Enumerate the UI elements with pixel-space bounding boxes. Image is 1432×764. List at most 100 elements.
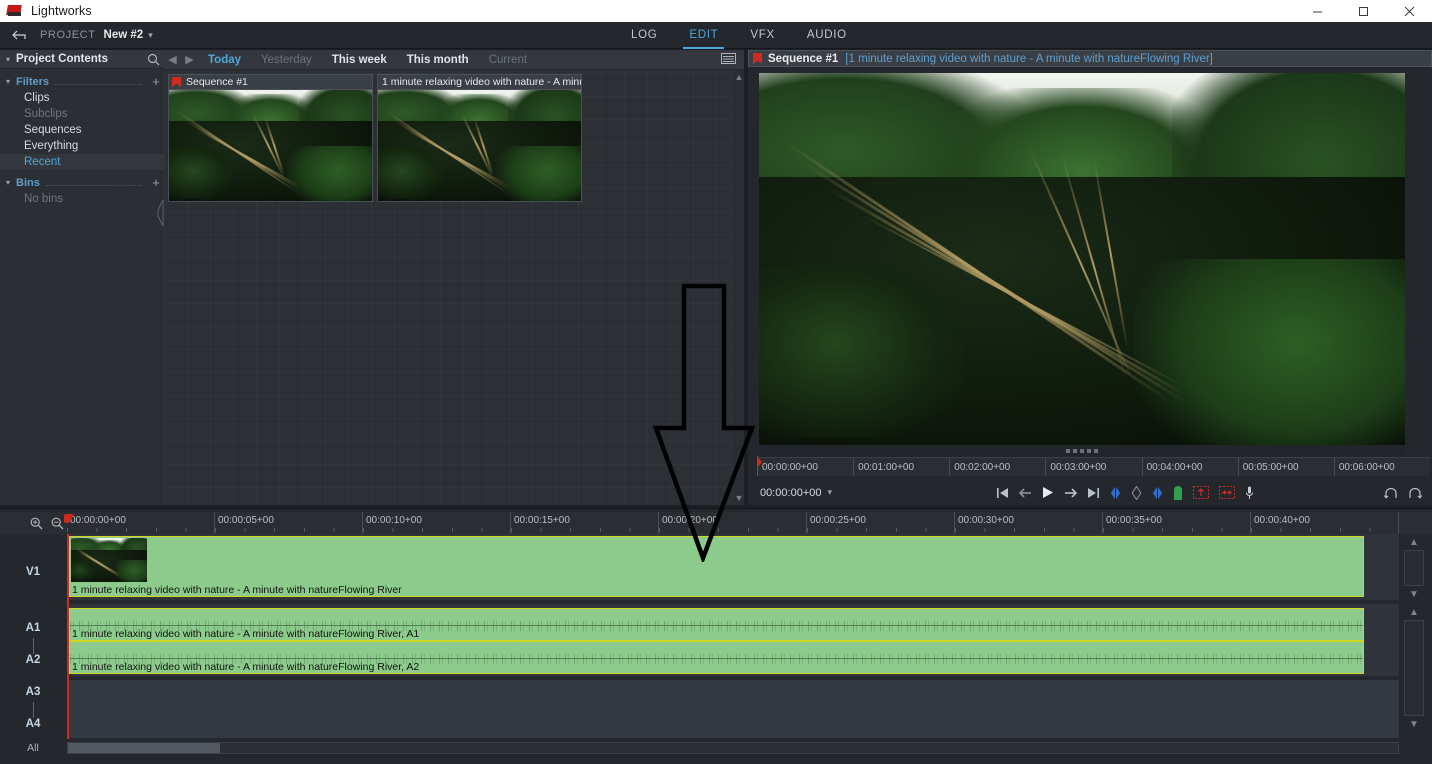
timeline-tick: 00:00:15+00 [511,512,659,534]
sidebar-group-label-bins: Bins [16,176,40,189]
project-name[interactable]: New #2 [104,29,144,41]
mark-in-icon[interactable] [1110,485,1121,500]
timeline-clip-a1[interactable]: 1 minute relaxing video with nature - A … [69,608,1364,641]
scrub-handle[interactable] [1066,449,1098,453]
timeline-clip-v1[interactable]: 1 minute relaxing video with nature - A … [69,536,1364,597]
sidebar-item-sequences[interactable]: Sequences [0,122,164,138]
viewer-playhead[interactable] [757,456,762,468]
sidebar-item-recent[interactable]: Recent [0,154,164,170]
viewer-tick: 00:03:00+00 [1046,458,1143,476]
sidebar-group-filters[interactable]: ▾ Filters + [0,73,164,90]
sidebar-title: Project Contents [16,53,109,65]
track-rail-a3a4 [69,680,1399,738]
window-controls [1294,0,1432,22]
viewer-title: Sequence #1 [768,52,839,65]
track-header-a3[interactable]: A3 [0,686,66,698]
audio-track-scroll-up[interactable]: ▲ [1404,606,1424,620]
park-marker-icon[interactable] [1173,485,1183,500]
browser-tile[interactable]: 1 minute relaxing video with nature - A … [377,74,582,202]
timeline-all-label: All [27,742,39,754]
filter-today[interactable]: Today [198,54,251,66]
viewer-subtitle: [1 minute relaxing video with nature - A… [845,52,1213,65]
clip-thumbnail [71,538,147,582]
chevron-down-icon[interactable]: ▾ [827,487,832,498]
search-icon[interactable] [142,53,164,66]
plus-icon[interactable]: + [148,75,164,88]
timeline-tick: 00:00:20+00 [659,512,807,534]
zoom-out-icon[interactable] [51,517,64,530]
step-back-icon[interactable] [1019,487,1032,499]
browser-scrollbar[interactable]: ▲ ▼ [734,70,744,505]
undo-icon[interactable] [1384,487,1398,499]
chevron-down-icon[interactable]: ▾ [148,30,153,41]
timeline-tick: 00:00:00+00 [67,512,215,534]
redo-icon[interactable] [1408,487,1422,499]
tab-vfx[interactable]: VFX [734,22,790,49]
timeline-clip-a2[interactable]: 1 minute relaxing video with nature - A … [69,641,1364,674]
browser-tile-grid: Sequence #1 1 minute relaxing video with… [164,70,744,206]
lightworks-window: Lightworks PROJECT New #2 ▾ LOG EDIT VFX… [0,0,1432,764]
go-to-end-icon[interactable] [1087,487,1100,499]
video-preview[interactable] [759,73,1405,445]
go-to-start-icon[interactable] [996,487,1009,499]
track-header-a4[interactable]: A4 [0,718,66,730]
divider [55,78,142,85]
video-track-scrollbar[interactable] [1404,550,1424,586]
sidebar-item-clips[interactable]: Clips [0,90,164,106]
track-header-a2[interactable]: A2 [0,654,66,666]
sidebar-item-everything[interactable]: Everything [0,138,164,154]
chevron-down-icon[interactable]: ▼ [735,493,744,503]
tile-thumbnail [168,89,373,202]
mark-clear-icon[interactable] [1131,485,1142,500]
track-header-a1[interactable]: A1 [0,622,66,634]
zoom-in-icon[interactable] [30,517,43,530]
filter-this-week[interactable]: This week [322,54,397,66]
timeline-tick: 00:00:40+00 [1251,512,1399,534]
timeline-timecode-ruler[interactable]: 00:00:00+00 00:00:05+00 00:00:10+00 00:0… [67,512,1399,534]
chevron-down-icon[interactable]: ▾ [0,77,16,86]
track-header-v1[interactable]: V1 [0,566,66,578]
sidebar-group-bins[interactable]: ▾ Bins + [0,174,164,191]
panel-collapse-handle[interactable] [156,199,164,227]
clip-label-a1: 1 minute relaxing video with nature - A … [72,628,420,640]
chevron-left-icon[interactable]: ◀ [164,53,181,66]
video-track-scroll-up[interactable]: ▲ [1404,536,1424,550]
chevron-right-icon[interactable]: ▶ [181,53,198,66]
step-forward-icon[interactable] [1064,487,1077,499]
viewer-scrub-bar[interactable] [759,445,1405,457]
chevron-up-icon[interactable]: ▲ [735,72,744,82]
timeline-overview-track[interactable] [67,742,1399,754]
play-icon[interactable] [1042,486,1054,499]
replace-edit-icon[interactable] [1219,486,1235,499]
viewer-tick: 00:00:00+00 [758,458,855,476]
browser-tile[interactable]: Sequence #1 [168,74,373,202]
filter-this-month[interactable]: This month [397,54,479,66]
timeline-clip-area[interactable]: 1 minute relaxing video with nature - A … [69,534,1399,739]
sidebar-item-subclips[interactable]: Subclips [0,106,164,122]
chevron-down-icon[interactable]: ▾ [0,178,16,187]
voiceover-icon[interactable] [1245,486,1254,500]
tile-header: Sequence #1 [168,74,373,89]
video-track-scroll-down[interactable]: ▼ [1404,588,1424,602]
list-view-icon[interactable] [721,51,736,69]
viewer-timecode-ruler[interactable]: 00:00:00+00 00:01:00+00 00:02:00+00 00:0… [758,457,1430,476]
plus-icon[interactable]: + [148,176,164,189]
mark-out-icon[interactable] [1152,485,1163,500]
maximize-icon[interactable] [1340,0,1386,22]
timeline-playhead-marker[interactable] [64,514,74,523]
insert-edit-icon[interactable] [1193,486,1209,499]
tab-audio[interactable]: AUDIO [791,22,863,49]
timeline-overview-range[interactable] [68,743,220,753]
audio-track-scroll-down[interactable]: ▼ [1404,718,1424,732]
filter-yesterday[interactable]: Yesterday [251,54,322,66]
tab-log[interactable]: LOG [615,22,673,49]
timeline-playhead-line [67,534,69,739]
chevron-down-icon[interactable]: ▾ [0,55,16,64]
tab-edit[interactable]: EDIT [673,22,734,49]
minimize-icon[interactable] [1294,0,1340,22]
back-arrow-icon[interactable] [8,26,30,44]
close-icon[interactable] [1386,0,1432,22]
viewer-timecode[interactable]: 00:00:00+00 [760,487,821,499]
filter-current[interactable]: Current [479,54,537,66]
audio-track-scrollbar[interactable] [1404,620,1424,716]
